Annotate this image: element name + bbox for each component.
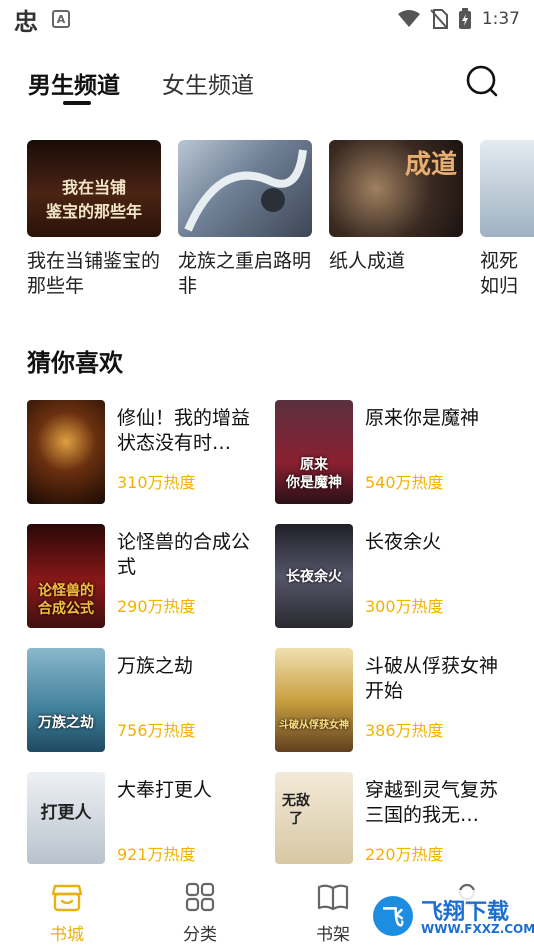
watermark-url: WWW.FXXZ.COM	[421, 922, 534, 936]
app-logo-icon: 忠	[14, 7, 38, 36]
bookshelf-icon	[317, 884, 349, 911]
book-cover: 长夜余火	[275, 524, 353, 628]
nav-item-bookshelf[interactable]: 书架	[293, 880, 373, 945]
book-item[interactable]: 修仙！我的增益状态没有时… 310万热度	[27, 400, 267, 504]
no-sim-icon	[430, 9, 448, 29]
book-item[interactable]: 论怪兽的 合成公式 论怪兽的合成公式 290万热度	[27, 524, 267, 628]
book-cover: 万族之劫	[27, 648, 105, 752]
carousel-item[interactable]: 龙族之重启路明非	[178, 140, 312, 299]
book-heat: 921万热度	[117, 845, 196, 864]
book-cover: 我在当铺 鉴宝的那些年	[27, 140, 161, 237]
watermark-logo-icon: 飞	[373, 896, 413, 936]
status-time: 1:37	[481, 9, 520, 29]
book-cover	[27, 400, 105, 504]
cover-text: 论怪兽的 合成公式	[38, 583, 94, 617]
book-cover	[178, 140, 312, 237]
tab-male-channel[interactable]: 男生频道	[28, 66, 120, 100]
book-item[interactable]: 长夜余火 长夜余火 300万热度	[275, 524, 515, 628]
nav-item-category[interactable]: 分类	[160, 880, 240, 945]
book-heat: 540万热度	[365, 473, 444, 492]
cover-text: 我在当铺 鉴宝的那些年	[45, 178, 142, 221]
book-item[interactable]: 无敌了 穿越到灵气复苏三国的我无… 220万热度	[275, 772, 515, 876]
active-tab-indicator	[63, 101, 91, 105]
book-heat: 310万热度	[117, 473, 196, 492]
nav-label: 书架	[316, 925, 350, 945]
grid-icon	[185, 882, 215, 912]
book-item[interactable]: 打更人 大奉打更人 921万热度	[27, 772, 267, 876]
notification-icon: A	[52, 10, 70, 28]
section-title: 猜你喜欢	[27, 349, 123, 377]
cover-text: 打更人	[40, 803, 92, 823]
channel-header: 男生频道 女生频道	[0, 56, 534, 116]
carousel-item[interactable]: 视死如归子	[480, 140, 534, 299]
book-title: 长夜余火	[365, 531, 442, 553]
carousel-item[interactable]: 我在当铺 鉴宝的那些年 我在当铺鉴宝的那些年	[27, 140, 161, 299]
book-item[interactable]: 万族之劫 万族之劫 756万热度	[27, 648, 267, 752]
cover-text: 斗破从俘获女神	[279, 720, 349, 731]
cover-text: 成道	[404, 150, 457, 180]
book-heat: 290万热度	[117, 597, 196, 616]
book-title: 论怪兽的合成公式	[117, 531, 251, 578]
search-icon[interactable]	[465, 64, 499, 98]
nav-label: 书城	[50, 925, 84, 945]
nav-label: 分类	[183, 925, 217, 945]
book-title: 穿越到灵气复苏三国的我无…	[365, 779, 499, 826]
watermark: 飞 飞翔下载 WWW.FXXZ.COM	[367, 890, 534, 942]
carousel-title: 我在当铺鉴宝的那些年	[27, 250, 161, 297]
book-title: 大奉打更人	[117, 779, 213, 801]
cover-text: 万族之劫	[38, 715, 94, 731]
book-title: 原来你是魔神	[365, 407, 480, 429]
book-heat: 300万热度	[365, 597, 444, 616]
book-cover	[480, 140, 534, 237]
wifi-icon	[397, 10, 420, 28]
book-title: 万族之劫	[117, 655, 194, 677]
book-cover: 打更人	[27, 772, 105, 864]
carousel-item[interactable]: 成道 纸人成道	[329, 140, 463, 274]
bookstore-icon	[51, 884, 83, 912]
book-cover: 论怪兽的 合成公式	[27, 524, 105, 628]
cover-text: 长夜余火	[286, 569, 342, 585]
tab-female-channel[interactable]: 女生频道	[162, 66, 254, 100]
book-heat: 220万热度	[365, 845, 444, 864]
status-bar: 忠 A 1:37	[0, 0, 534, 38]
nav-item-bookstore[interactable]: 书城	[27, 880, 107, 945]
book-cover: 原来 你是魔神	[275, 400, 353, 504]
book-cover: 斗破从俘获女神	[275, 648, 353, 752]
book-heat: 756万热度	[117, 721, 196, 740]
cover-text: 无敌了	[282, 793, 310, 827]
book-title: 修仙！我的增益状态没有时…	[117, 407, 251, 454]
carousel-title: 视死如归子	[480, 250, 519, 297]
book-heat: 386万热度	[365, 721, 444, 740]
book-title: 斗破从俘获女神开始	[365, 655, 499, 702]
featured-carousel[interactable]: 我在当铺 鉴宝的那些年 我在当铺鉴宝的那些年 龙族之重启路明非 成道 纸人成道 视…	[0, 140, 534, 310]
book-item[interactable]: 斗破从俘获女神 斗破从俘获女神开始 386万热度	[275, 648, 515, 752]
cover-text: 原来 你是魔神	[286, 457, 342, 491]
carousel-title: 龙族之重启路明非	[178, 250, 312, 297]
book-item[interactable]: 原来 你是魔神 原来你是魔神 540万热度	[275, 400, 515, 504]
carousel-title: 纸人成道	[329, 250, 406, 272]
book-cover: 成道	[329, 140, 463, 237]
battery-charging-icon	[458, 8, 472, 30]
book-cover: 无敌了	[275, 772, 353, 864]
dragon-illustration-icon	[184, 149, 307, 232]
